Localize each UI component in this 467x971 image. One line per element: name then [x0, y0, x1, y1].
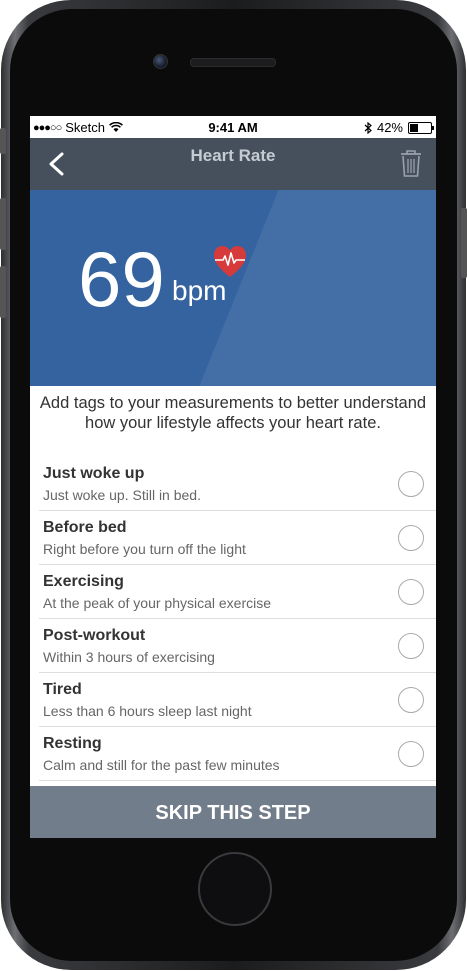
trash-icon[interactable] [398, 148, 424, 178]
tag-radio[interactable] [398, 525, 424, 551]
tag-radio[interactable] [398, 741, 424, 767]
battery-icon [408, 121, 434, 134]
tag-title: Post-workout [43, 627, 146, 644]
bluetooth-icon [364, 121, 372, 134]
tag-item-post-workout[interactable]: Post-workout Within 3 hours of exercisin… [39, 619, 436, 673]
heart-rate-value: 69 [78, 235, 165, 323]
tag-title: Resting [43, 735, 102, 752]
tag-item-resting[interactable]: Resting Calm and still for the past few … [39, 727, 436, 781]
page-title: Heart Rate [190, 146, 276, 165]
front-camera [153, 54, 168, 69]
earpiece-speaker [190, 58, 276, 67]
tag-list: Just woke up Just woke up. Still in bed.… [30, 457, 436, 781]
battery-percent: 42% [376, 120, 403, 135]
volume-up-button [0, 198, 6, 250]
heart-rate-panel: 69 bpm [30, 190, 436, 386]
skip-step-button[interactable]: SKIP THIS STEP [30, 786, 436, 838]
tag-item-just-woke-up[interactable]: Just woke up Just woke up. Still in bed. [39, 457, 436, 511]
power-button [461, 208, 467, 278]
tag-subtitle: Just woke up. Still in bed. [43, 487, 201, 503]
tag-title: Exercising [43, 573, 124, 590]
tag-radio[interactable] [398, 633, 424, 659]
home-button[interactable] [198, 852, 272, 926]
tag-subtitle: Less than 6 hours sleep last night [43, 703, 252, 719]
tag-item-tired[interactable]: Tired Less than 6 hours sleep last night [39, 673, 436, 727]
tag-subtitle: At the peak of your physical exercise [43, 595, 272, 611]
heart-pulse-icon [214, 246, 246, 277]
app-screen: ●●●○○ Sketch 9:41 AM 42% Heart Rate 69 b… [30, 116, 436, 838]
tag-title: Just woke up [43, 465, 145, 482]
tag-item-exercising[interactable]: Exercising At the peak of your physical … [39, 565, 436, 619]
tag-item-before-bed[interactable]: Before bed Right before you turn off the… [39, 511, 436, 565]
tag-subtitle: Calm and still for the past few minutes [43, 757, 280, 773]
tag-subtitle: Within 3 hours of exercising [43, 649, 215, 665]
tag-title: Tired [43, 681, 82, 698]
status-bar: ●●●○○ Sketch 9:41 AM 42% [30, 116, 436, 138]
volume-down-button [0, 266, 6, 318]
intro-text: Add tags to your measurements to better … [39, 394, 427, 432]
nav-bar: Heart Rate [30, 138, 436, 190]
tag-title: Before bed [43, 519, 127, 536]
tag-subtitle: Right before you turn off the light [43, 541, 246, 557]
tag-radio[interactable] [398, 471, 424, 497]
mute-switch [0, 128, 6, 154]
tag-radio[interactable] [398, 687, 424, 713]
tag-radio[interactable] [398, 579, 424, 605]
status-right: 42% [364, 120, 434, 135]
